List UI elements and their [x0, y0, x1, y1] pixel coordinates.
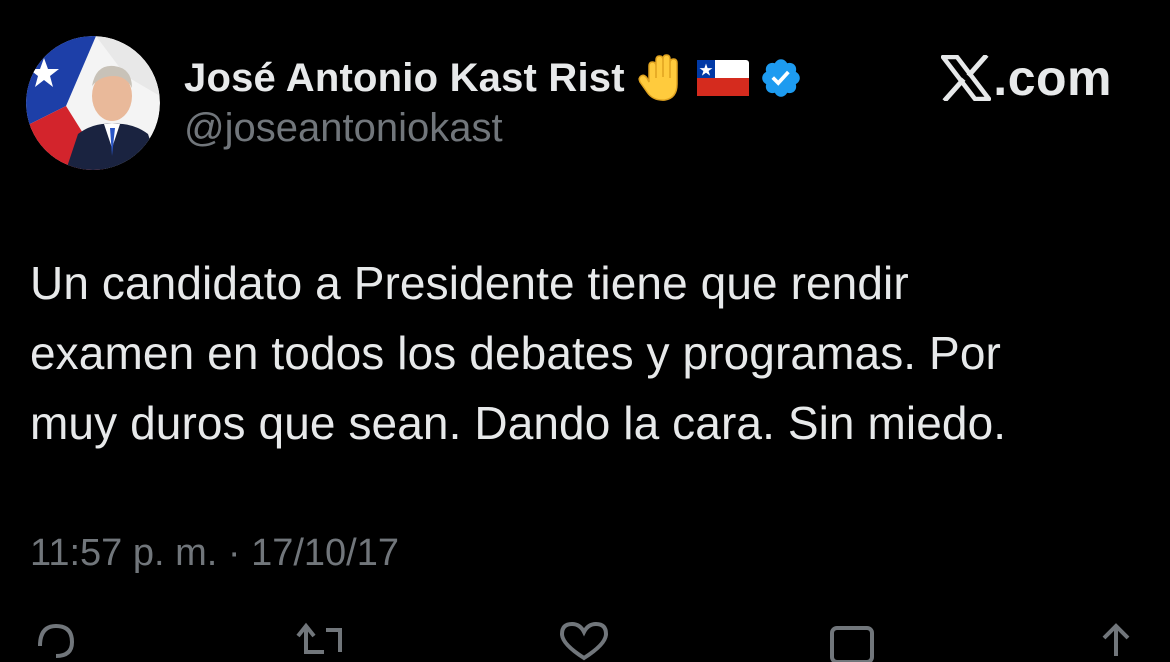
- raised-hand-emoji-icon: [635, 52, 687, 104]
- retweet-icon[interactable]: [290, 622, 350, 662]
- verified-badge-icon[interactable]: [759, 56, 803, 100]
- chile-flag-emoji-icon: [696, 60, 749, 96]
- name-row: José Antonio Kast Rist: [184, 50, 803, 106]
- tweet-time[interactable]: 11:57 p. m.: [30, 532, 228, 574]
- meta-separator: ·: [227, 532, 252, 574]
- avatar[interactable]: [26, 36, 160, 170]
- x-brand: .com: [941, 50, 1112, 106]
- tweet-text: Un candidato a Presidente tiene que rend…: [30, 257, 1007, 449]
- like-icon[interactable]: [556, 621, 612, 662]
- brand-suffix: .com: [993, 50, 1112, 106]
- display-name[interactable]: José Antonio Kast Rist: [184, 56, 625, 101]
- share-icon[interactable]: [1090, 622, 1142, 662]
- tweet-card: José Antonio Kast Rist @joseantoniokast: [0, 0, 1170, 662]
- tweet-meta: 11:57 p. m. · 17/10/17: [30, 532, 399, 575]
- x-logo-icon: [941, 53, 992, 103]
- views-icon[interactable]: [826, 622, 878, 662]
- reply-icon[interactable]: [30, 622, 82, 662]
- action-bar: [0, 621, 1170, 662]
- tweet-date[interactable]: 17/10/17: [251, 532, 399, 574]
- user-handle[interactable]: @joseantoniokast: [184, 106, 503, 151]
